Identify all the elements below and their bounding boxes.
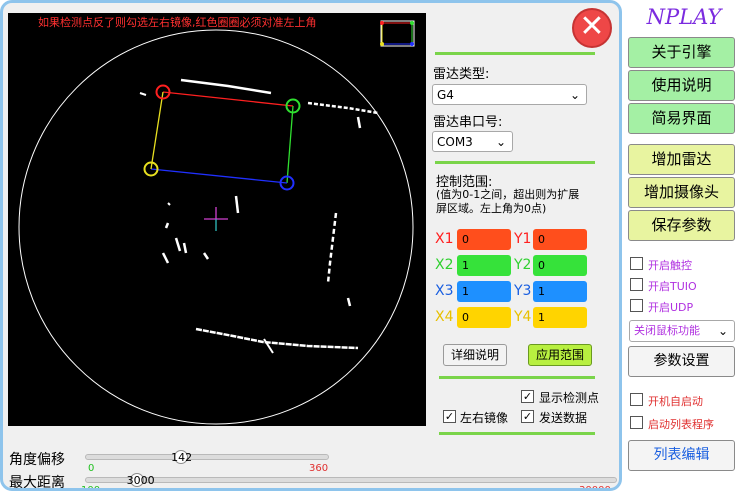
minimap-icon	[380, 20, 415, 47]
main-panel: 如果检测点反了则勾选左右镜像,红色圈圈必须对准左上角 ✕ 雷达类型: G4 ⌄ …	[0, 0, 622, 491]
mirror-label: 左右镜像	[460, 411, 509, 425]
y1-label: Y1	[514, 231, 532, 247]
show-points-checkbox[interactable]: ✓	[521, 390, 534, 403]
tuio-label: 开启TUIO	[648, 280, 697, 293]
udp-checkbox[interactable]	[630, 299, 643, 312]
autostart-checkbox[interactable]	[630, 393, 643, 406]
radar-port-value: COM3	[437, 135, 473, 149]
add-radar-button[interactable]: 增加雷达	[628, 144, 735, 175]
close-icon[interactable]: ✕	[572, 8, 612, 48]
y2-input[interactable]: 0	[533, 255, 587, 276]
udp-label: 开启UDP	[648, 301, 694, 314]
radar-type-select[interactable]: G4 ⌄	[432, 84, 587, 105]
angle-offset-min: 0	[88, 463, 95, 474]
x2-input[interactable]: 1	[457, 255, 511, 276]
x4-label: X4	[435, 309, 454, 325]
show-points-label: 显示检测点	[539, 391, 600, 405]
y1-input[interactable]: 0	[533, 229, 587, 250]
send-data-label: 发送数据	[539, 411, 588, 425]
max-distance-track[interactable]	[85, 477, 617, 483]
brand-logo: NPLAY	[646, 5, 722, 29]
separator	[435, 161, 595, 164]
max-distance-value: 3000	[126, 474, 155, 487]
radar-port-label: 雷达串口号:	[433, 115, 503, 130]
max-distance-label: 最大距离	[9, 475, 65, 491]
x1-input[interactable]: 0	[457, 229, 511, 250]
angle-offset-label: 角度偏移	[9, 452, 65, 468]
touch-checkbox[interactable]	[630, 257, 643, 270]
mouse-mode-value: 关闭鼠标功能	[634, 324, 700, 337]
simple-mode-button[interactable]: 简易界面	[628, 103, 735, 134]
radar-type-label: 雷达类型:	[433, 67, 490, 82]
angle-offset-track[interactable]	[85, 454, 329, 460]
y4-input[interactable]: 1	[533, 307, 587, 328]
startup-list-label: 启动列表程序	[648, 418, 714, 431]
y3-input[interactable]: 1	[533, 281, 587, 302]
y3-label: Y3	[514, 283, 532, 299]
angle-offset-value: 142	[171, 451, 193, 464]
y4-label: Y4	[514, 309, 532, 325]
x3-input[interactable]: 1	[457, 281, 511, 302]
separator	[439, 432, 595, 435]
autostart-label: 开机自启动	[648, 395, 703, 408]
help-button[interactable]: 使用说明	[628, 70, 735, 101]
separator	[435, 52, 595, 55]
max-distance-max: 30000	[579, 485, 611, 491]
y2-label: Y2	[514, 257, 532, 273]
tuio-checkbox[interactable]	[630, 278, 643, 291]
chevron-down-icon: ⌄	[569, 88, 580, 102]
about-button[interactable]: 关于引擎	[628, 37, 735, 68]
touch-label: 开启触控	[648, 259, 692, 272]
range-note: (值为0-1之间，超出则为扩展屏区域。左上角为0点)	[436, 188, 580, 215]
radar-port-select[interactable]: COM3 ⌄	[432, 131, 513, 152]
params-settings-button[interactable]: 参数设置	[628, 346, 735, 377]
add-camera-button[interactable]: 增加摄像头	[628, 177, 735, 208]
detail-button[interactable]: 详细说明	[443, 344, 507, 366]
startup-list-checkbox[interactable]	[630, 416, 643, 429]
lidar-canvas[interactable]: 如果检测点反了则勾选左右镜像,红色圈圈必须对准左上角	[8, 13, 426, 426]
x3-label: X3	[435, 283, 454, 299]
x2-label: X2	[435, 257, 454, 273]
radar-type-value: G4	[437, 88, 454, 102]
lidar-scan-view	[18, 20, 415, 425]
chevron-down-icon: ⌄	[495, 135, 506, 149]
send-data-checkbox[interactable]: ✓	[521, 410, 534, 423]
mirror-warning-text: 如果检测点反了则勾选左右镜像,红色圈圈必须对准左上角	[38, 16, 317, 29]
x4-input[interactable]: 0	[457, 307, 511, 328]
save-params-button[interactable]: 保存参数	[628, 210, 735, 241]
x1-label: X1	[435, 231, 454, 247]
mouse-mode-select[interactable]: 关闭鼠标功能 ⌄	[629, 320, 735, 342]
max-distance-min: 100	[81, 485, 101, 491]
mirror-checkbox[interactable]: ✓	[443, 410, 456, 423]
separator	[439, 376, 595, 379]
angle-offset-max: 360	[309, 463, 329, 474]
list-edit-button[interactable]: 列表编辑	[628, 440, 735, 471]
scan-points	[139, 78, 379, 354]
apply-range-button[interactable]: 应用范围	[528, 344, 592, 366]
chevron-down-icon: ⌄	[717, 324, 728, 338]
